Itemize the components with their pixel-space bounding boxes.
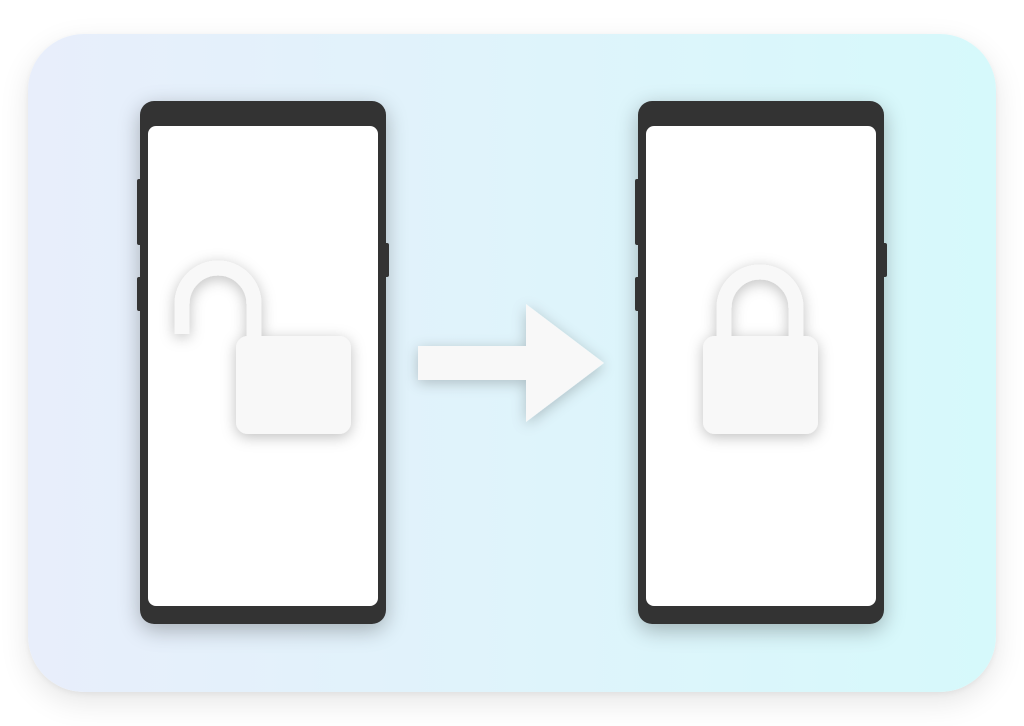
phone-side-button — [384, 243, 389, 277]
phone-side-button — [137, 179, 142, 245]
phone-side-button — [635, 277, 640, 311]
illustration — [0, 0, 1024, 726]
phone-side-button — [137, 277, 142, 311]
open-padlock-icon — [170, 260, 360, 442]
arrow-right-icon — [412, 298, 612, 428]
phone-side-button — [882, 243, 887, 277]
closed-padlock-icon — [700, 262, 824, 442]
phone-side-button — [635, 179, 640, 245]
